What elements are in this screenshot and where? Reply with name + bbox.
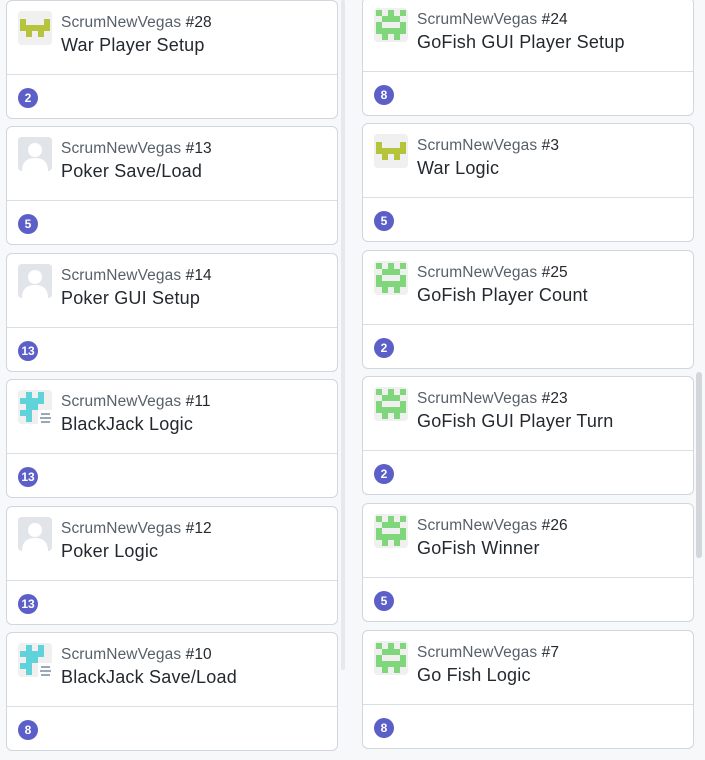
- issue-card[interactable]: ScrumNewVegas #11 BlackJack Logic 13: [6, 379, 338, 498]
- issue-card-header: ScrumNewVegas #23 GoFish GUI Player Turn: [363, 377, 693, 451]
- story-points-badge: 13: [18, 341, 38, 361]
- issue-card-header: ScrumNewVegas #13 Poker Save/Load: [7, 127, 337, 201]
- identicon-avatar-icon[interactable]: [18, 390, 52, 424]
- issue-card-header: ScrumNewVegas #25 GoFish Player Count: [363, 251, 693, 325]
- story-points-badge: 2: [18, 88, 38, 108]
- story-points-badge: 2: [374, 464, 394, 484]
- issue-reference[interactable]: ScrumNewVegas #26: [417, 517, 568, 535]
- repo-name: ScrumNewVegas: [417, 390, 538, 407]
- default-user-avatar-icon[interactable]: [18, 137, 52, 171]
- issue-reference[interactable]: ScrumNewVegas #24: [417, 11, 568, 29]
- issue-card-header: ScrumNewVegas #12 Poker Logic: [7, 507, 337, 581]
- issue-card[interactable]: ScrumNewVegas #13 Poker Save/Load 5: [6, 126, 338, 245]
- issue-title[interactable]: War Logic: [417, 158, 499, 179]
- repo-name: ScrumNewVegas: [417, 264, 538, 281]
- issue-reference[interactable]: ScrumNewVegas #7: [417, 644, 559, 662]
- issue-card[interactable]: ScrumNewVegas #23 GoFish GUI Player Turn 2: [362, 376, 694, 495]
- default-user-avatar-icon[interactable]: [18, 517, 52, 551]
- issue-title[interactable]: War Player Setup: [61, 35, 205, 56]
- issue-number: #24: [537, 11, 568, 28]
- issue-reference[interactable]: ScrumNewVegas #12: [61, 520, 212, 538]
- story-points-badge: 8: [18, 720, 38, 740]
- right-column-scrollbar-thumb[interactable]: [696, 372, 702, 558]
- issue-card[interactable]: ScrumNewVegas #12 Poker Logic 13: [6, 506, 338, 625]
- identicon-avatar-icon[interactable]: [18, 643, 52, 677]
- issue-card[interactable]: ScrumNewVegas #10 BlackJack Save/Load 8: [6, 632, 338, 751]
- issue-number: #25: [537, 264, 568, 281]
- issue-card[interactable]: ScrumNewVegas #24 GoFish GUI Player Setup…: [362, 0, 694, 116]
- issue-reference[interactable]: ScrumNewVegas #10: [61, 646, 212, 664]
- issue-card[interactable]: ScrumNewVegas #7 Go Fish Logic 8: [362, 630, 694, 749]
- identicon-avatar-icon[interactable]: [18, 11, 52, 45]
- issue-number: #26: [537, 517, 568, 534]
- story-points-badge: 8: [374, 718, 394, 738]
- repo-name: ScrumNewVegas: [61, 520, 182, 537]
- issue-number: #23: [537, 390, 568, 407]
- issue-reference[interactable]: ScrumNewVegas #25: [417, 264, 568, 282]
- repo-name: ScrumNewVegas: [61, 267, 182, 284]
- identicon-avatar-icon[interactable]: [374, 514, 408, 548]
- story-points-badge: 13: [18, 467, 38, 487]
- issue-title[interactable]: Poker Logic: [61, 541, 158, 562]
- story-points-badge: 13: [18, 594, 38, 614]
- repo-name: ScrumNewVegas: [61, 646, 182, 663]
- issue-card[interactable]: ScrumNewVegas #28 War Player Setup 2: [6, 0, 338, 119]
- issue-card-header: ScrumNewVegas #24 GoFish GUI Player Setup: [363, 0, 693, 72]
- issue-number: #11: [181, 393, 211, 410]
- issue-title[interactable]: BlackJack Logic: [61, 414, 193, 435]
- story-points-badge: 5: [18, 214, 38, 234]
- issue-title[interactable]: Go Fish Logic: [417, 665, 531, 686]
- repo-name: ScrumNewVegas: [61, 393, 182, 410]
- issue-card-header: ScrumNewVegas #7 Go Fish Logic: [363, 631, 693, 705]
- repo-name: ScrumNewVegas: [61, 140, 182, 157]
- default-user-avatar-icon[interactable]: [18, 264, 52, 298]
- issue-reference[interactable]: ScrumNewVegas #13: [61, 140, 212, 158]
- issue-card[interactable]: ScrumNewVegas #3 War Logic 5: [362, 123, 694, 242]
- repo-name: ScrumNewVegas: [417, 11, 538, 28]
- issue-title[interactable]: GoFish Winner: [417, 538, 540, 559]
- issue-number: #3: [537, 137, 560, 154]
- issue-title[interactable]: GoFish GUI Player Turn: [417, 411, 613, 432]
- issue-title[interactable]: BlackJack Save/Load: [61, 667, 237, 688]
- repo-name: ScrumNewVegas: [417, 137, 538, 154]
- issue-title[interactable]: GoFish GUI Player Setup: [417, 32, 625, 53]
- issue-card-header: ScrumNewVegas #26 GoFish Winner: [363, 504, 693, 578]
- repo-name: ScrumNewVegas: [61, 14, 182, 31]
- issue-card[interactable]: ScrumNewVegas #26 GoFish Winner 5: [362, 503, 694, 622]
- identicon-avatar-icon[interactable]: [374, 134, 408, 168]
- left-column-scrollbar[interactable]: [341, 0, 345, 670]
- story-points-badge: 5: [374, 211, 394, 231]
- story-points-badge: 2: [374, 338, 394, 358]
- issue-card-header: ScrumNewVegas #3 War Logic: [363, 124, 693, 198]
- issue-reference[interactable]: ScrumNewVegas #11: [61, 393, 211, 411]
- issue-number: #14: [181, 267, 212, 284]
- repo-name: ScrumNewVegas: [417, 517, 538, 534]
- story-points-badge: 8: [374, 85, 394, 105]
- issue-reference[interactable]: ScrumNewVegas #28: [61, 14, 212, 32]
- repo-name: ScrumNewVegas: [417, 644, 538, 661]
- issue-card[interactable]: ScrumNewVegas #14 Poker GUI Setup 13: [6, 253, 338, 372]
- issue-title[interactable]: GoFish Player Count: [417, 285, 588, 306]
- issue-reference[interactable]: ScrumNewVegas #23: [417, 390, 568, 408]
- issue-number: #10: [181, 646, 212, 663]
- issue-number: #7: [537, 644, 560, 661]
- project-board: ScrumNewVegas #28 War Player Setup 2 ScrumN…: [0, 0, 705, 760]
- issue-number: #12: [181, 520, 212, 537]
- issue-card[interactable]: ScrumNewVegas #25 GoFish Player Count 2: [362, 250, 694, 369]
- issue-card-header: ScrumNewVegas #14 Poker GUI Setup: [7, 254, 337, 328]
- identicon-avatar-icon[interactable]: [374, 641, 408, 675]
- issue-title[interactable]: Poker Save/Load: [61, 161, 202, 182]
- issue-card-header: ScrumNewVegas #11 BlackJack Logic: [7, 380, 337, 454]
- issue-card-header: ScrumNewVegas #28 War Player Setup: [7, 1, 337, 75]
- issue-number: #13: [181, 140, 212, 157]
- issue-title[interactable]: Poker GUI Setup: [61, 288, 200, 309]
- identicon-avatar-icon[interactable]: [374, 8, 408, 42]
- issue-reference[interactable]: ScrumNewVegas #3: [417, 137, 559, 155]
- identicon-avatar-icon[interactable]: [374, 387, 408, 421]
- identicon-avatar-icon[interactable]: [374, 261, 408, 295]
- story-points-badge: 5: [374, 591, 394, 611]
- issue-reference[interactable]: ScrumNewVegas #14: [61, 267, 212, 285]
- issue-number: #28: [181, 14, 212, 31]
- issue-card-header: ScrumNewVegas #10 BlackJack Save/Load: [7, 633, 337, 707]
